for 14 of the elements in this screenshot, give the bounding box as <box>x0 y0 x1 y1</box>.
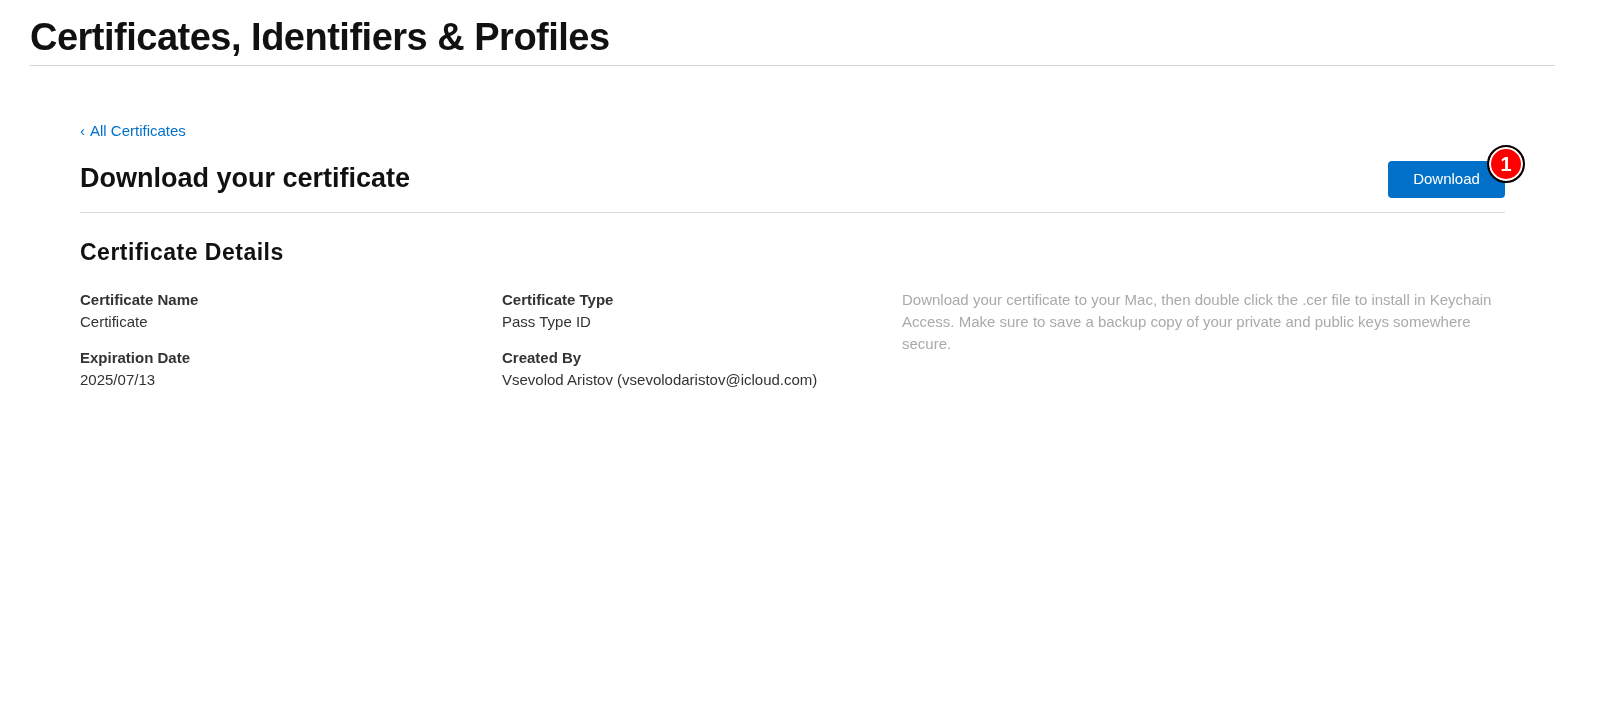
section-title: Certificate Details <box>80 238 285 267</box>
field-label: Certificate Name <box>80 290 200 310</box>
field-label: Created By <box>502 348 583 368</box>
back-link[interactable]: ‹ All Certificates <box>80 121 186 141</box>
page-heading: Download your certificate <box>80 161 411 195</box>
field-value: 2025/07/13 <box>80 370 157 390</box>
field-value: Vsevolod Aristov (vsevolodaristov@icloud.com) <box>502 370 819 390</box>
page-title: Certificates, Identifiers & Profiles <box>30 15 611 60</box>
field-value: Pass Type ID <box>502 312 592 332</box>
field-value: Certificate <box>80 312 149 332</box>
field-label: Expiration Date <box>80 348 192 368</box>
field-label: Certificate Type <box>502 290 615 310</box>
help-text: Download your certificate to your Mac, then double click the .cer file to install in Keychain Access. Make sure to save a backup copy of your private and public keys somewhere secure. <box>902 290 1493 354</box>
step-badge: 1 <box>1487 145 1525 183</box>
